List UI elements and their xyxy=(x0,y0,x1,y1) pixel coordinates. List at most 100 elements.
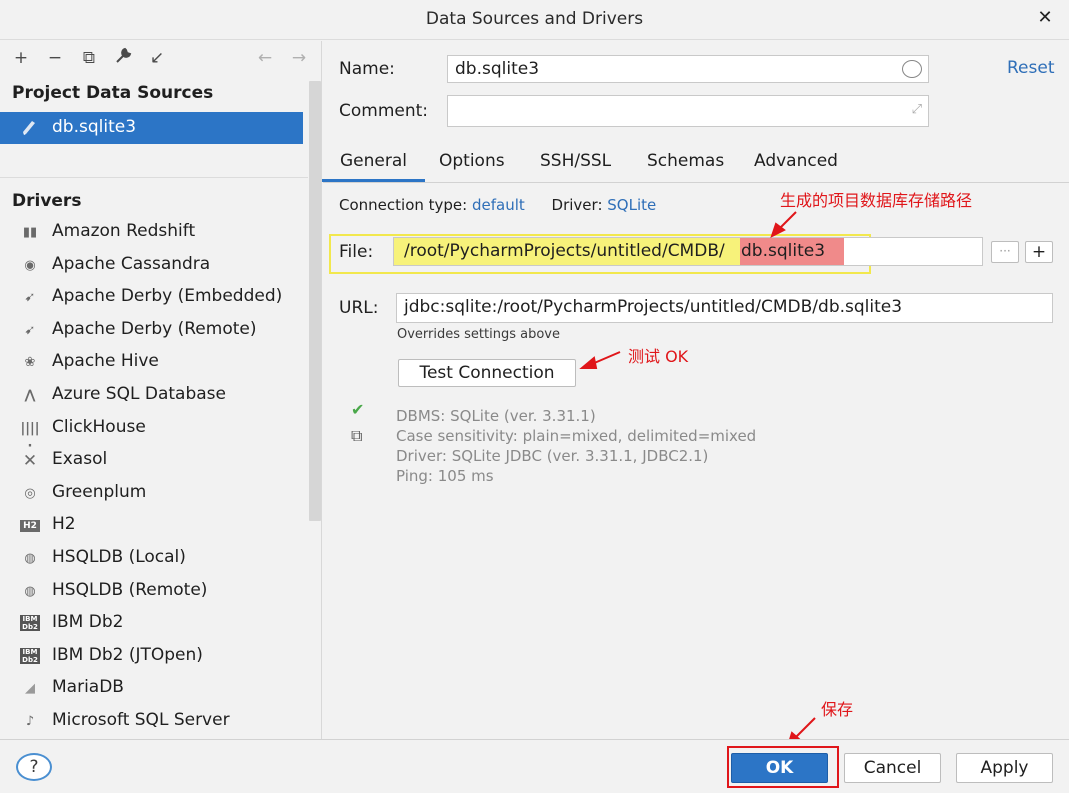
reset-link[interactable]: Reset xyxy=(1007,58,1055,78)
driver-item[interactable]: ❀ Apache Hive xyxy=(0,347,308,380)
driver-label: Greenplum xyxy=(52,481,147,502)
data-source-label: db.sqlite3 xyxy=(52,117,137,137)
scrollbar[interactable] xyxy=(309,81,321,521)
driver-label: Driver: xyxy=(551,196,603,214)
azure-icon: ⋀ xyxy=(24,387,36,403)
driver-item[interactable]: ◢ MariaDB xyxy=(0,673,308,706)
connection-type-label: Connection type: xyxy=(339,196,468,214)
derby-icon: ➹ xyxy=(24,322,36,338)
url-field[interactable]: jdbc:sqlite:/root/PycharmProjects/untitl… xyxy=(396,293,1053,323)
help-button[interactable]: ? xyxy=(16,753,52,781)
driver-label: Amazon Redshift xyxy=(52,221,196,241)
divider xyxy=(0,177,308,178)
drivers-header: Drivers xyxy=(12,191,82,211)
driver-item[interactable]: ♪ Microsoft SQL Server xyxy=(0,706,308,739)
add-file-button[interactable]: + xyxy=(1025,241,1053,263)
add-icon[interactable]: + xyxy=(10,47,32,69)
forward-arrow-icon[interactable]: → xyxy=(288,47,310,69)
hsqldb-icon: ◍ xyxy=(24,583,36,599)
driver-item[interactable]: IBM Db2 IBM Db2 (JTOpen) xyxy=(0,641,308,674)
comment-field[interactable]: ⤢ xyxy=(447,95,929,127)
driver-item[interactable]: H2 H2 xyxy=(0,510,308,543)
duplicate-icon[interactable]: ⧉ xyxy=(78,47,100,69)
db2-icon: IBM Db2 xyxy=(20,615,40,632)
status-line: Case sensitivity: plain=mixed, delimited… xyxy=(396,427,757,445)
driver-item[interactable]: ◍ HSQLDB (Remote) xyxy=(0,576,308,609)
driver-label: Apache Cassandra xyxy=(52,253,211,274)
name-field[interactable]: db.sqlite3 xyxy=(447,55,929,83)
mssql-icon: ♪ xyxy=(25,713,35,729)
driver-item[interactable]: ◉ Apache Cassandra xyxy=(0,250,308,283)
hsqldb-icon: ◍ xyxy=(24,550,36,566)
driver-label: Apache Derby (Embedded) xyxy=(52,286,283,307)
comment-label: Comment: xyxy=(339,101,429,121)
driver-item[interactable]: ◎ Greenplum xyxy=(0,478,308,511)
footer: ? OK Cancel Apply xyxy=(0,739,1069,793)
clickhouse-icon: ||||· xyxy=(20,420,40,454)
annotation-path-note: 生成的项目数据库存储路径 xyxy=(780,191,973,210)
title-bar: Data Sources and Drivers ✕ xyxy=(0,0,1069,40)
tab-options[interactable]: Options xyxy=(439,151,505,171)
driver-item[interactable]: ⋀ Azure SQL Database xyxy=(0,380,308,413)
apply-button[interactable]: Apply xyxy=(956,753,1053,783)
tab-general[interactable]: General xyxy=(322,151,425,182)
test-connection-button[interactable]: Test Connection xyxy=(398,359,576,387)
connection-type-link[interactable]: default xyxy=(472,196,525,214)
driver-label: Apache Hive xyxy=(52,351,159,372)
connection-type-row: Connection type: default Driver: SQLite xyxy=(339,196,656,214)
browse-button[interactable]: ··· xyxy=(991,241,1019,263)
driver-item[interactable]: IBM Db2 IBM Db2 xyxy=(0,608,308,641)
window-title: Data Sources and Drivers xyxy=(425,9,644,29)
exasol-icon: ✕ xyxy=(22,451,38,472)
driver-link[interactable]: SQLite xyxy=(607,196,656,214)
driver-item[interactable]: ➹ Apache Derby (Embedded) xyxy=(0,282,308,315)
file-label: File: xyxy=(339,242,374,262)
file-path-field[interactable]: /root/PycharmProjects/untitled/CMDB/ db.… xyxy=(393,237,983,266)
driver-label: Apache Derby (Remote) xyxy=(52,318,257,339)
remove-icon[interactable]: − xyxy=(44,47,66,69)
tab-ssh-ssl[interactable]: SSH/SSL xyxy=(540,151,611,171)
url-label: URL: xyxy=(339,298,379,318)
annotation-save-note: 保存 xyxy=(821,700,854,719)
name-value: db.sqlite3 xyxy=(455,59,540,79)
driver-label: HSQLDB (Remote) xyxy=(52,579,208,600)
color-circle-icon[interactable] xyxy=(902,60,922,78)
wrench-icon[interactable] xyxy=(112,47,134,69)
driver-list: ▮▮ Amazon Redshift ◉ Apache Cassandra ➹ Apa… xyxy=(0,217,308,739)
driver-label: Exasol xyxy=(52,449,108,470)
derby-icon: ➹ xyxy=(24,290,36,306)
driver-item[interactable]: ▮▮ Amazon Redshift xyxy=(0,217,308,250)
db2-icon: IBM Db2 xyxy=(20,647,40,664)
check-icon: ✔ xyxy=(351,400,365,419)
project-data-sources-header: Project Data Sources xyxy=(12,83,214,103)
back-arrow-icon[interactable]: ← xyxy=(254,47,276,69)
driver-item[interactable]: ◍ HSQLDB (Local) xyxy=(0,543,308,576)
driver-label: H2 xyxy=(52,514,76,535)
close-icon[interactable]: ✕ xyxy=(1035,8,1055,28)
ok-button[interactable]: OK xyxy=(731,753,828,783)
sqlite-icon xyxy=(20,118,38,136)
greenplum-icon: ◎ xyxy=(24,485,36,501)
driver-label: IBM Db2 (JTOpen) xyxy=(52,644,203,665)
driver-label: ClickHouse xyxy=(52,416,146,437)
name-label: Name: xyxy=(339,59,395,79)
driver-item[interactable]: ||||· ClickHouse xyxy=(0,413,308,454)
tab-advanced[interactable]: Advanced xyxy=(754,151,838,171)
status-line: Ping: 105 ms xyxy=(396,467,494,485)
driver-label: HSQLDB (Local) xyxy=(52,546,186,567)
right-panel: Name: db.sqlite3 Reset Comment: ⤢ Genera… xyxy=(322,41,1069,739)
driver-label: IBM Db2 xyxy=(52,612,124,633)
import-icon[interactable]: ↙ xyxy=(146,47,168,69)
file-path-prefix: /root/PycharmProjects/untitled/CMDB/ xyxy=(404,241,725,261)
connection-status: DBMS: SQLite (ver. 3.31.1) Case sensitiv… xyxy=(396,406,756,486)
cancel-button[interactable]: Cancel xyxy=(844,753,941,783)
driver-item[interactable]: ➹ Apache Derby (Remote) xyxy=(0,315,308,348)
overrides-note: Overrides settings above xyxy=(397,327,560,342)
driver-label: Microsoft SQL Server xyxy=(52,709,230,730)
sources-toolbar: + − ⧉ ↙ ← → xyxy=(10,47,315,71)
tab-schemas[interactable]: Schemas xyxy=(647,151,724,171)
driver-item[interactable]: ✕ Exasol xyxy=(0,445,308,478)
data-source-item-db-sqlite3[interactable]: db.sqlite3 xyxy=(0,112,303,144)
expand-icon[interactable]: ⤢ xyxy=(912,102,922,117)
copy-icon[interactable]: ⧉ xyxy=(351,426,362,446)
